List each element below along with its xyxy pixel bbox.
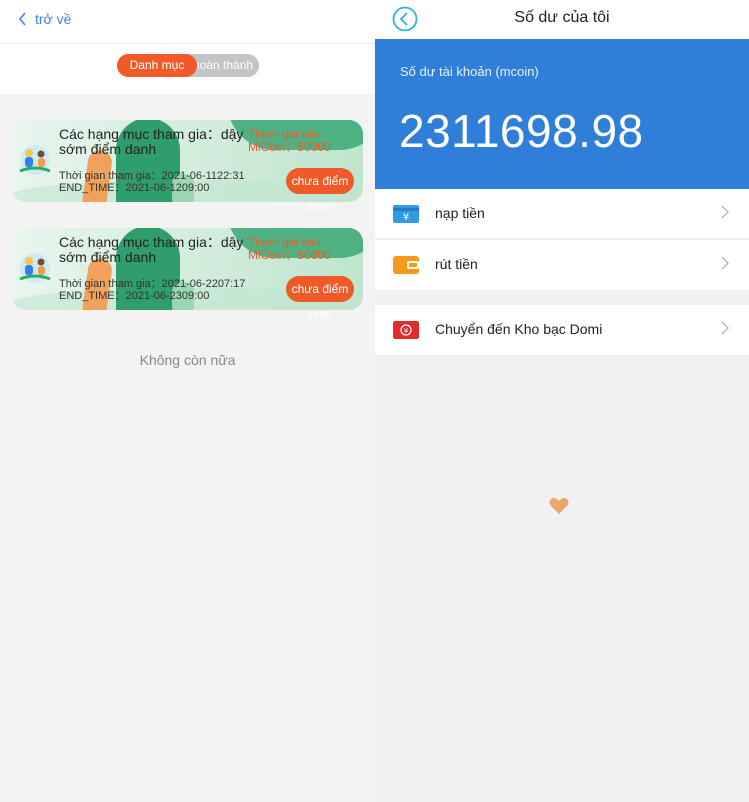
tab-category[interactable]: Danh mục — [117, 54, 197, 77]
tab-bar: Danh mục hoàn thành — [0, 44, 375, 94]
menu-withdraw[interactable]: rút tiền — [375, 240, 749, 290]
menu-label: nạp tiền — [435, 205, 485, 221]
activity-card: Các hạng mục tham gia：dậy sớm điểm danh … — [12, 120, 363, 202]
runners-icon — [19, 253, 51, 283]
card-title: Các hạng mục tham gia：dậy sớm điểm danh — [59, 126, 244, 157]
page-title: Số dư của tôi — [514, 9, 610, 26]
card-reward: Tham gia vào MiCoin：50000 — [248, 235, 331, 262]
menu-transfer-treasury[interactable]: ¥ Chuyển đến Kho bạc Domi — [375, 305, 749, 355]
balance-value: 2311698.98 — [399, 105, 644, 157]
menu-label: Chuyển đến Kho bạc Domi — [435, 321, 603, 337]
balance-label: Số dư tài khoản (mcoin) — [400, 64, 539, 79]
check-in-button[interactable]: chưa điểm — [286, 168, 354, 194]
menu-label: rút tiền — [435, 256, 478, 272]
right-header: Số dư của tôi — [375, 0, 749, 39]
back-label: trở về — [35, 11, 72, 27]
yen-card-icon: ¥ — [393, 205, 419, 223]
wallet-icon — [393, 256, 419, 274]
card-reward: Tham gia vào MiCoin：50000 — [248, 127, 331, 154]
left-header: trở về — [0, 0, 375, 44]
check-in-button-overflow: danh — [307, 309, 332, 321]
card-time-info: Thời gian tham gia：2021-06-2207:17 END_T… — [59, 278, 246, 302]
check-in-button[interactable]: chưa điểm — [286, 276, 354, 302]
check-in-button-overflow: danh — [307, 201, 332, 213]
runners-icon — [19, 145, 51, 175]
tab-completed[interactable]: hoàn thành — [189, 54, 259, 77]
chevron-right-icon — [721, 205, 729, 219]
chevron-left-icon — [18, 12, 26, 26]
tab-switch: Danh mục hoàn thành — [117, 54, 259, 77]
svg-text:¥: ¥ — [404, 327, 409, 335]
chevron-right-icon — [721, 256, 729, 270]
svg-text:¥: ¥ — [403, 212, 409, 223]
activity-list-panel: trở về Danh mục hoàn thành Các hạng mục … — [0, 0, 375, 802]
heart-icon — [549, 498, 569, 514]
card-title: Các hạng mục tham gia：dậy sớm điểm danh — [59, 234, 244, 265]
no-more-text: Không còn nữa — [139, 352, 236, 368]
menu-recharge[interactable]: ¥ nạp tiền — [375, 189, 749, 239]
balance-panel: Số dư của tôi Số dư tài khoản (mcoin) 23… — [375, 0, 749, 802]
back-link[interactable]: trở về — [18, 11, 71, 27]
activity-card: Các hạng mục tham gia：dậy sớm điểm danh … — [12, 228, 363, 310]
balance-card: Số dư tài khoản (mcoin) 2311698.98 — [375, 39, 749, 189]
chevron-right-icon — [721, 321, 729, 335]
card-time-info: Thời gian tham gia：2021-06-1122:31 END_T… — [59, 170, 245, 194]
treasury-icon: ¥ — [393, 321, 419, 339]
